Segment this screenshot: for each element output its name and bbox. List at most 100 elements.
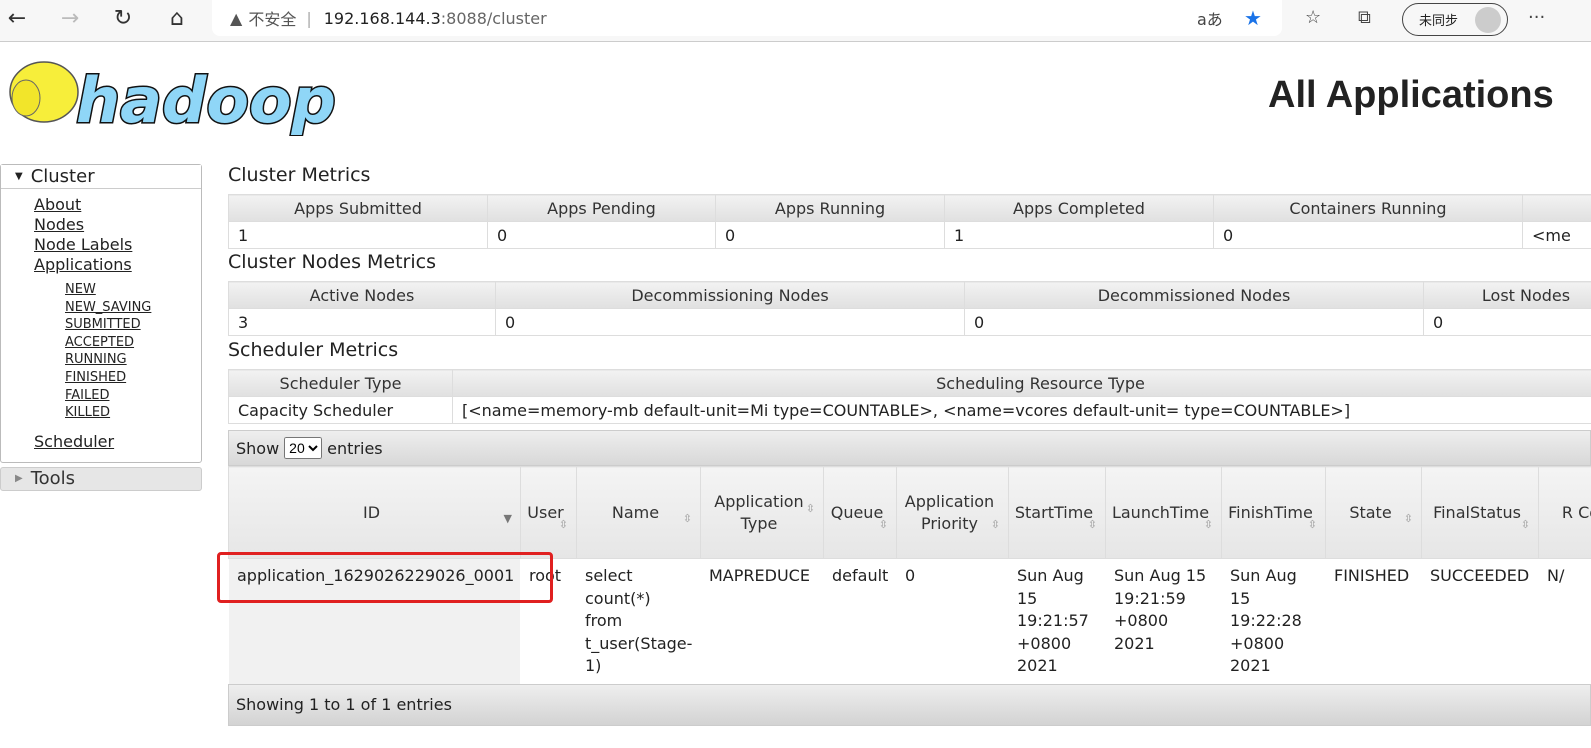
cell-running-containers: N/: [1538, 558, 1591, 684]
browser-toolbar: ← → ↻ ⌂ ▲ 不安全 | 192.168.144.3:8088/clust…: [0, 0, 1591, 42]
sidebar-cluster-header[interactable]: ▼ Cluster: [1, 165, 201, 189]
entries-label: entries: [327, 438, 383, 458]
header-lost-nodes: Lost Nodes: [1423, 281, 1591, 309]
cluster-label: Cluster: [30, 166, 95, 187]
cell-final-status: SUCCEEDED: [1421, 558, 1539, 684]
value-scheduler-type: Capacity Scheduler: [228, 396, 453, 424]
logo-text: hadoop: [76, 64, 336, 136]
column-finish-time[interactable]: FinishTime ⇳: [1221, 466, 1326, 559]
column-final-status[interactable]: FinalStatus ⇳: [1421, 466, 1539, 559]
sidebar-state-running[interactable]: RUNNING: [1, 351, 201, 369]
header-apps-submitted: Apps Submitted: [228, 194, 488, 222]
link-decommissioning-nodes[interactable]: 0: [505, 313, 515, 332]
cell-name: select count(*) from t_user(Stage-1): [576, 558, 701, 684]
value-apps-running: 0: [715, 221, 945, 249]
security-label: 不安全: [248, 10, 297, 29]
scheduler-metrics-table: Scheduler Type Scheduling Resource Type …: [228, 369, 1591, 424]
column-running-containers[interactable]: R Co: [1538, 466, 1591, 559]
column-user[interactable]: User ⇳: [520, 466, 577, 559]
value-containers-running: 0: [1213, 221, 1523, 249]
link-active-nodes[interactable]: 3: [238, 313, 248, 332]
read-aloud-icon[interactable]: aあ: [1197, 6, 1223, 30]
column-name[interactable]: Name ⇳: [576, 466, 701, 559]
value-scheduling-resource-type: [<name=memory-mb default-unit=Mi type=CO…: [452, 396, 1591, 424]
sort-icon: ⇳: [1403, 512, 1413, 525]
caret-down-icon: ▼: [15, 171, 23, 182]
collections-icon[interactable]: ⧉: [1358, 7, 1371, 28]
forward-icon[interactable]: →: [55, 6, 85, 31]
sort-icon: ⇳: [682, 512, 692, 525]
sidebar-state-new-saving[interactable]: NEW_SAVING: [1, 299, 201, 317]
cell-priority: 0: [896, 558, 1009, 684]
header-scheduler-type: Scheduler Type: [228, 369, 453, 397]
sidebar-tools-header[interactable]: ▶ Tools: [0, 466, 202, 491]
header-apps-completed: Apps Completed: [944, 194, 1214, 222]
highlight-annotation-box: [217, 552, 553, 603]
sort-icon: ⇳: [1520, 518, 1530, 531]
link-lost-nodes[interactable]: 0: [1433, 313, 1443, 332]
column-id[interactable]: ID ▼: [228, 466, 521, 559]
show-label: Show: [236, 438, 280, 458]
value-apps-completed: 1: [944, 221, 1214, 249]
sort-icon: ⇳: [1087, 518, 1097, 531]
header-apps-running: Apps Running: [715, 194, 945, 222]
sidebar-state-finished[interactable]: FINISHED: [1, 369, 201, 387]
sidebar-link-node-labels[interactable]: Node Labels: [1, 235, 201, 255]
sidebar-state-new[interactable]: NEW: [1, 281, 201, 299]
column-application-priority[interactable]: Application Priority ⇳: [896, 466, 1009, 559]
back-icon[interactable]: ←: [2, 6, 32, 31]
address-bar[interactable]: ▲ 不安全 | 192.168.144.3:8088/cluster aあ ★: [212, 0, 1282, 36]
cell-application-type: MAPREDUCE: [700, 558, 824, 684]
sort-icon: ⇳: [990, 518, 1000, 531]
sort-icon: ⇳: [1307, 518, 1317, 531]
more-icon[interactable]: ···: [1528, 7, 1545, 28]
nodes-metrics-table: Active Nodes Decommissioning Nodes Decom…: [228, 281, 1591, 336]
nodes-metrics-title: Cluster Nodes Metrics: [228, 251, 436, 273]
column-queue[interactable]: Queue ⇳: [823, 466, 897, 559]
sort-desc-icon: ▼: [503, 512, 512, 525]
url-path: :8088/cluster: [440, 8, 547, 28]
cell-state: FINISHED: [1325, 558, 1422, 684]
favorites-icon[interactable]: ☆: [1305, 7, 1321, 28]
sidebar-link-applications[interactable]: Applications: [1, 255, 201, 275]
home-icon[interactable]: ⌂: [162, 6, 192, 31]
column-application-type[interactable]: Application Type ⇳: [700, 466, 824, 559]
link-decommissioned-nodes[interactable]: 0: [974, 313, 984, 332]
cluster-metrics-table: Apps Submitted Apps Pending Apps Running…: [228, 194, 1591, 249]
caret-right-icon: ▶: [15, 473, 23, 485]
entries-control: Show 20 entries: [228, 430, 1591, 466]
tools-label: Tools: [30, 468, 76, 490]
header-containers-running: Containers Running: [1213, 194, 1523, 222]
page-title: All Applications: [1268, 74, 1554, 116]
header-memory-used: [1522, 194, 1591, 222]
refresh-icon[interactable]: ↻: [108, 6, 138, 31]
warning-icon: ▲: [230, 8, 243, 28]
sort-icon: ⇳: [878, 518, 888, 531]
entries-select[interactable]: 20: [284, 437, 323, 459]
sidebar-link-nodes[interactable]: Nodes: [1, 215, 201, 235]
table-info: Showing 1 to 1 of 1 entries: [228, 683, 1591, 726]
sidebar-state-accepted[interactable]: ACCEPTED: [1, 334, 201, 352]
header-decommissioned-nodes: Decommissioned Nodes: [964, 281, 1424, 309]
sort-icon: ⇳: [1203, 518, 1213, 531]
avatar: [1475, 7, 1501, 33]
profile-sync-button[interactable]: 未同步: [1402, 3, 1508, 36]
sort-icon: ⇳: [558, 518, 568, 531]
sidebar-state-failed[interactable]: FAILED: [1, 387, 201, 405]
hadoop-logo[interactable]: hadoop: [4, 52, 354, 136]
cell-queue: default: [823, 558, 897, 684]
scheduler-metrics-title: Scheduler Metrics: [228, 339, 399, 361]
value-memory-used: <me: [1522, 221, 1591, 249]
sidebar-state-submitted[interactable]: SUBMITTED: [1, 316, 201, 334]
value-apps-pending: 0: [487, 221, 716, 249]
sidebar: ▼ Cluster About Nodes Node Labels Applica…: [0, 164, 202, 491]
sidebar-link-scheduler[interactable]: Scheduler: [1, 432, 201, 452]
separator: |: [306, 8, 312, 28]
sidebar-state-killed[interactable]: KILLED: [1, 404, 201, 422]
column-state[interactable]: State ⇳: [1325, 466, 1422, 559]
column-launch-time[interactable]: LaunchTime ⇳: [1105, 466, 1222, 559]
sidebar-link-about[interactable]: About: [1, 195, 201, 215]
favorite-star-icon[interactable]: ★: [1244, 6, 1262, 30]
cluster-metrics-title: Cluster Metrics: [228, 164, 371, 186]
column-start-time[interactable]: StartTime ⇳: [1008, 466, 1106, 559]
